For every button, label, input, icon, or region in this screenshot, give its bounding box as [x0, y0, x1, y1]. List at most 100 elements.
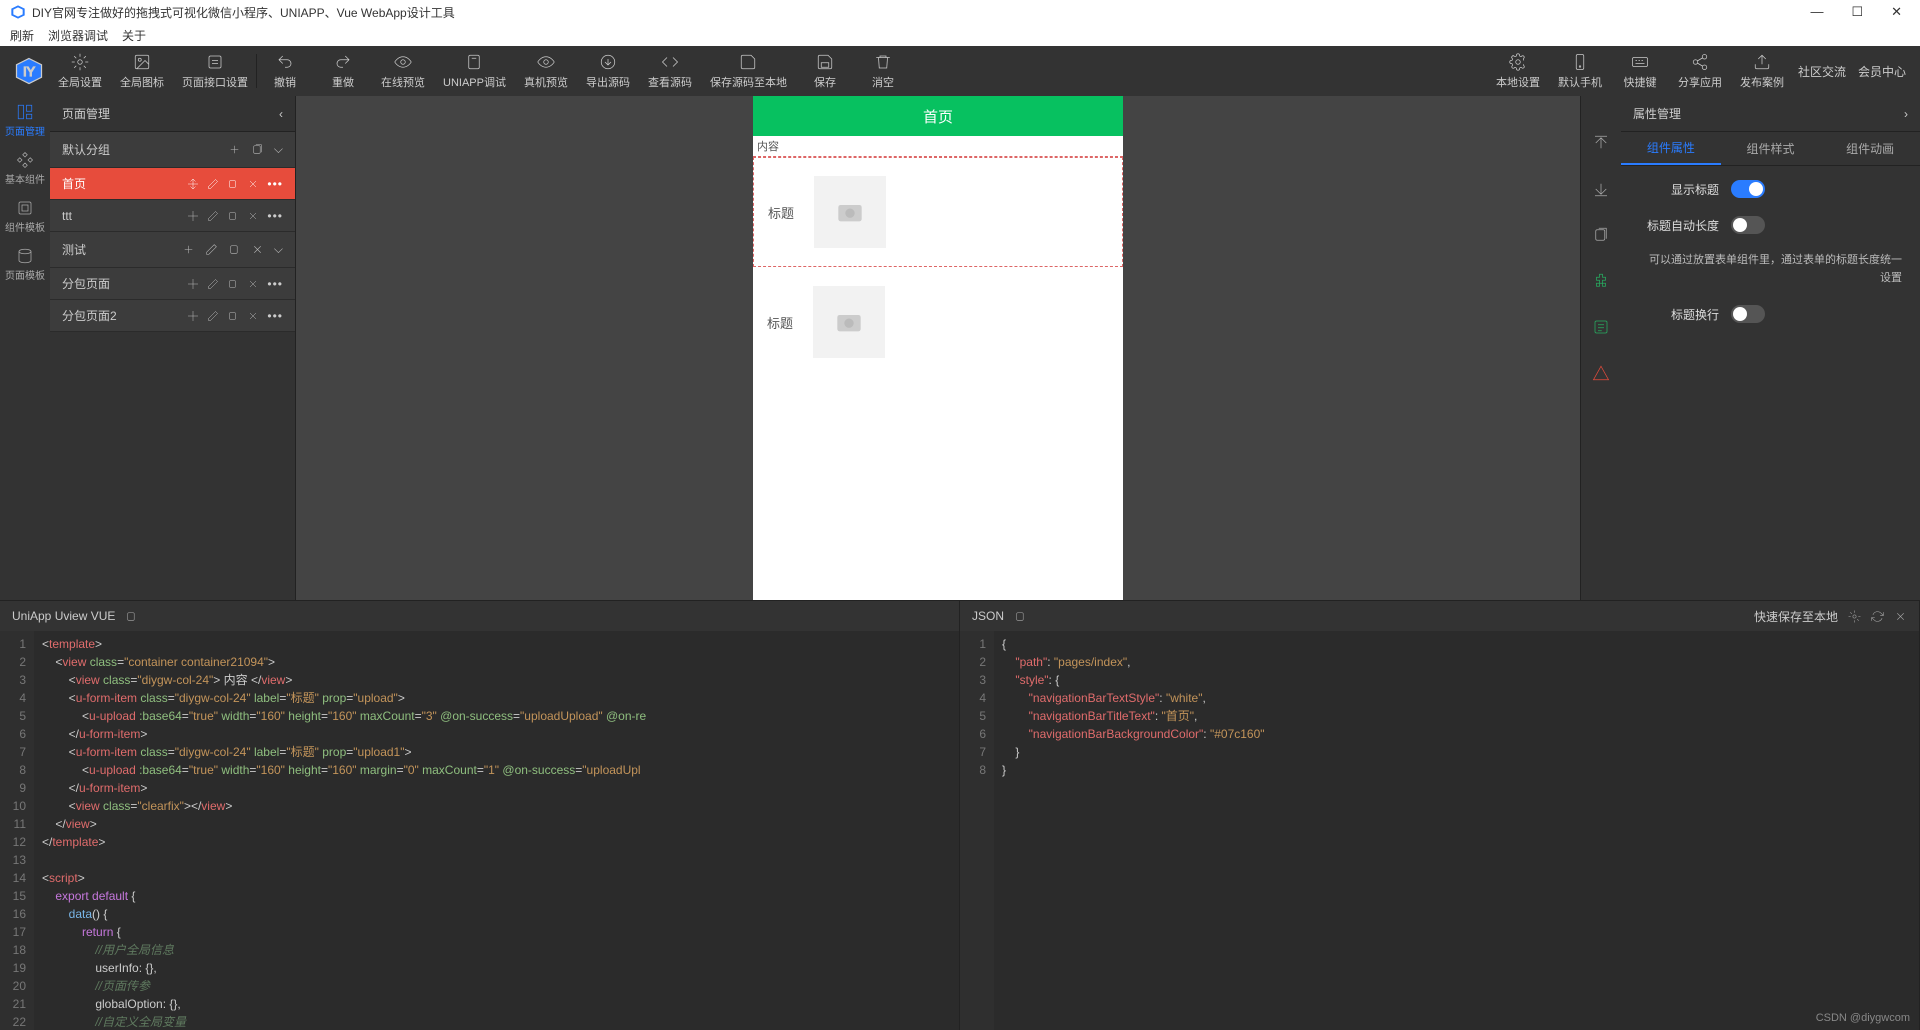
- page-item-subpage1[interactable]: 分包页面 •••: [50, 268, 295, 300]
- more-icon[interactable]: •••: [267, 309, 283, 323]
- svg-text:IY: IY: [23, 65, 35, 79]
- json-code[interactable]: 12345678 { "path": "pages/index", "style…: [960, 631, 1919, 1030]
- close-icon[interactable]: [1894, 610, 1907, 623]
- warning-icon[interactable]: [1592, 364, 1610, 382]
- undo-button[interactable]: 撤销: [265, 52, 305, 90]
- preview-content-label: 内容: [753, 136, 1123, 157]
- close-icon[interactable]: [247, 210, 259, 222]
- edit-icon[interactable]: [207, 310, 219, 322]
- tab-pages[interactable]: 页面管理: [0, 96, 50, 144]
- community-link[interactable]: 社区交流: [1798, 63, 1846, 80]
- copy-icon[interactable]: [227, 178, 239, 190]
- save-local-button[interactable]: 保存源码至本地: [710, 52, 787, 90]
- more-icon[interactable]: •••: [267, 277, 283, 291]
- copy-icon[interactable]: [227, 210, 239, 222]
- menubar: 刷新 浏览器调试 关于: [0, 24, 1920, 46]
- refresh-icon[interactable]: [1871, 610, 1884, 623]
- edit-icon[interactable]: [207, 278, 219, 290]
- show-title-toggle[interactable]: [1731, 180, 1765, 198]
- export-code-button[interactable]: 导出源码: [586, 52, 630, 90]
- image-placeholder-icon[interactable]: [814, 176, 886, 248]
- watermark: CSDN @diygwcom: [1816, 1012, 1910, 1024]
- tab-props[interactable]: 组件属性: [1621, 132, 1721, 165]
- online-preview-button[interactable]: 在线预览: [381, 52, 425, 90]
- copy-icon[interactable]: [1592, 226, 1610, 244]
- preview-card-2[interactable]: 标题: [753, 267, 1123, 377]
- edit-icon[interactable]: [207, 178, 219, 190]
- copy-icon[interactable]: [227, 278, 239, 290]
- default-phone-button[interactable]: 默认手机: [1558, 52, 1602, 90]
- uniapp-debug-button[interactable]: UNIAPP调试: [443, 52, 506, 90]
- close-icon[interactable]: [247, 310, 259, 322]
- edit-icon[interactable]: [205, 243, 218, 256]
- menu-browser-debug[interactable]: 浏览器调试: [48, 27, 108, 44]
- quick-save-local[interactable]: 快速保存至本地: [1754, 608, 1838, 625]
- chevron-down-icon[interactable]: ⌵: [274, 242, 283, 257]
- tab-anim[interactable]: 组件动画: [1820, 132, 1920, 165]
- copy-icon[interactable]: [228, 243, 241, 256]
- page-api-button[interactable]: 页面接口设置: [182, 52, 248, 90]
- auto-length-toggle[interactable]: [1731, 216, 1765, 234]
- menu-refresh[interactable]: 刷新: [10, 27, 34, 44]
- redo-button[interactable]: 重做: [323, 52, 363, 90]
- save-button[interactable]: 保存: [805, 52, 845, 90]
- move-icon[interactable]: [187, 310, 199, 322]
- collapse-left-icon[interactable]: ‹: [279, 107, 283, 121]
- menu-about[interactable]: 关于: [122, 27, 146, 44]
- real-preview-button[interactable]: 真机预览: [524, 52, 568, 90]
- window-maximize-icon[interactable]: ☐: [1851, 4, 1863, 20]
- close-icon[interactable]: [247, 178, 259, 190]
- more-icon[interactable]: •••: [267, 177, 283, 191]
- page-item-subpage2[interactable]: 分包页面2 •••: [50, 300, 295, 332]
- code-panes: UniApp Uview VUE 12345678910111213141516…: [0, 600, 1920, 1030]
- add-icon[interactable]: [182, 243, 195, 256]
- download-icon[interactable]: [1592, 180, 1610, 198]
- template-code[interactable]: 1234567891011121314151617181920212223242…: [0, 631, 959, 1030]
- gear-icon[interactable]: [1848, 610, 1861, 623]
- window-minimize-icon[interactable]: —: [1810, 4, 1823, 20]
- preview-card-1[interactable]: 标题: [753, 157, 1123, 267]
- share-app-button[interactable]: 分享应用: [1678, 52, 1722, 90]
- page-item-home[interactable]: 首页 •••: [50, 168, 295, 200]
- publish-case-button[interactable]: 发布案例: [1740, 52, 1784, 90]
- window-titlebar: DIY官网专注做好的拖拽式可视化微信小程序、UNIAPP、Vue WebApp设…: [0, 0, 1920, 24]
- move-top-icon[interactable]: [1592, 134, 1610, 152]
- puzzle-icon[interactable]: [1592, 272, 1610, 290]
- close-icon[interactable]: [251, 243, 264, 256]
- tab-styles[interactable]: 组件样式: [1721, 132, 1821, 165]
- clear-button[interactable]: 消空: [863, 52, 903, 90]
- auto-length-hint: 可以通过放置表单组件里，通过表单的标题长度统一设置: [1639, 252, 1902, 287]
- code-pane-title: UniApp Uview VUE: [12, 609, 115, 623]
- page-group-header[interactable]: 默认分组 ⌵: [50, 132, 295, 168]
- copy-icon[interactable]: [1014, 610, 1027, 623]
- copy-icon[interactable]: [227, 310, 239, 322]
- more-icon[interactable]: •••: [267, 209, 283, 223]
- move-icon[interactable]: [187, 278, 199, 290]
- view-code-button[interactable]: 查看源码: [648, 52, 692, 90]
- collapse-right-icon[interactable]: ›: [1904, 107, 1908, 121]
- tab-page-tpl[interactable]: 页面模板: [0, 240, 50, 288]
- list-icon[interactable]: [1592, 318, 1610, 336]
- tab-comp-tpl[interactable]: 组件模板: [0, 192, 50, 240]
- edit-icon[interactable]: [207, 210, 219, 222]
- move-icon[interactable]: [187, 210, 199, 222]
- member-center-link[interactable]: 会员中心: [1858, 63, 1906, 80]
- page-item-ttt[interactable]: ttt •••: [50, 200, 295, 232]
- global-icons-button[interactable]: 全局图标: [120, 52, 164, 90]
- add-icon[interactable]: [228, 143, 241, 156]
- toolbar: IY 全局设置 全局图标 页面接口设置 撤销 重做 在线预览 UNIAPP调试 …: [0, 46, 1920, 96]
- local-settings-button[interactable]: 本地设置: [1496, 52, 1540, 90]
- copy-icon[interactable]: [125, 610, 138, 623]
- copy-icon[interactable]: [251, 143, 264, 156]
- chevron-down-icon[interactable]: ⌵: [274, 142, 283, 157]
- move-icon[interactable]: [187, 178, 199, 190]
- tab-components[interactable]: 基本组件: [0, 144, 50, 192]
- image-placeholder-icon[interactable]: [813, 286, 885, 358]
- close-icon[interactable]: [247, 278, 259, 290]
- shortcuts-button[interactable]: 快捷键: [1620, 52, 1660, 90]
- page-group-header[interactable]: 测试 ⌵: [50, 232, 295, 268]
- props-form: 显示标题 标题自动长度 可以通过放置表单组件里，通过表单的标题长度统一设置 标题…: [1621, 166, 1920, 337]
- window-close-icon[interactable]: ✕: [1891, 4, 1902, 20]
- global-settings-button[interactable]: 全局设置: [58, 52, 102, 90]
- title-wrap-toggle[interactable]: [1731, 305, 1765, 323]
